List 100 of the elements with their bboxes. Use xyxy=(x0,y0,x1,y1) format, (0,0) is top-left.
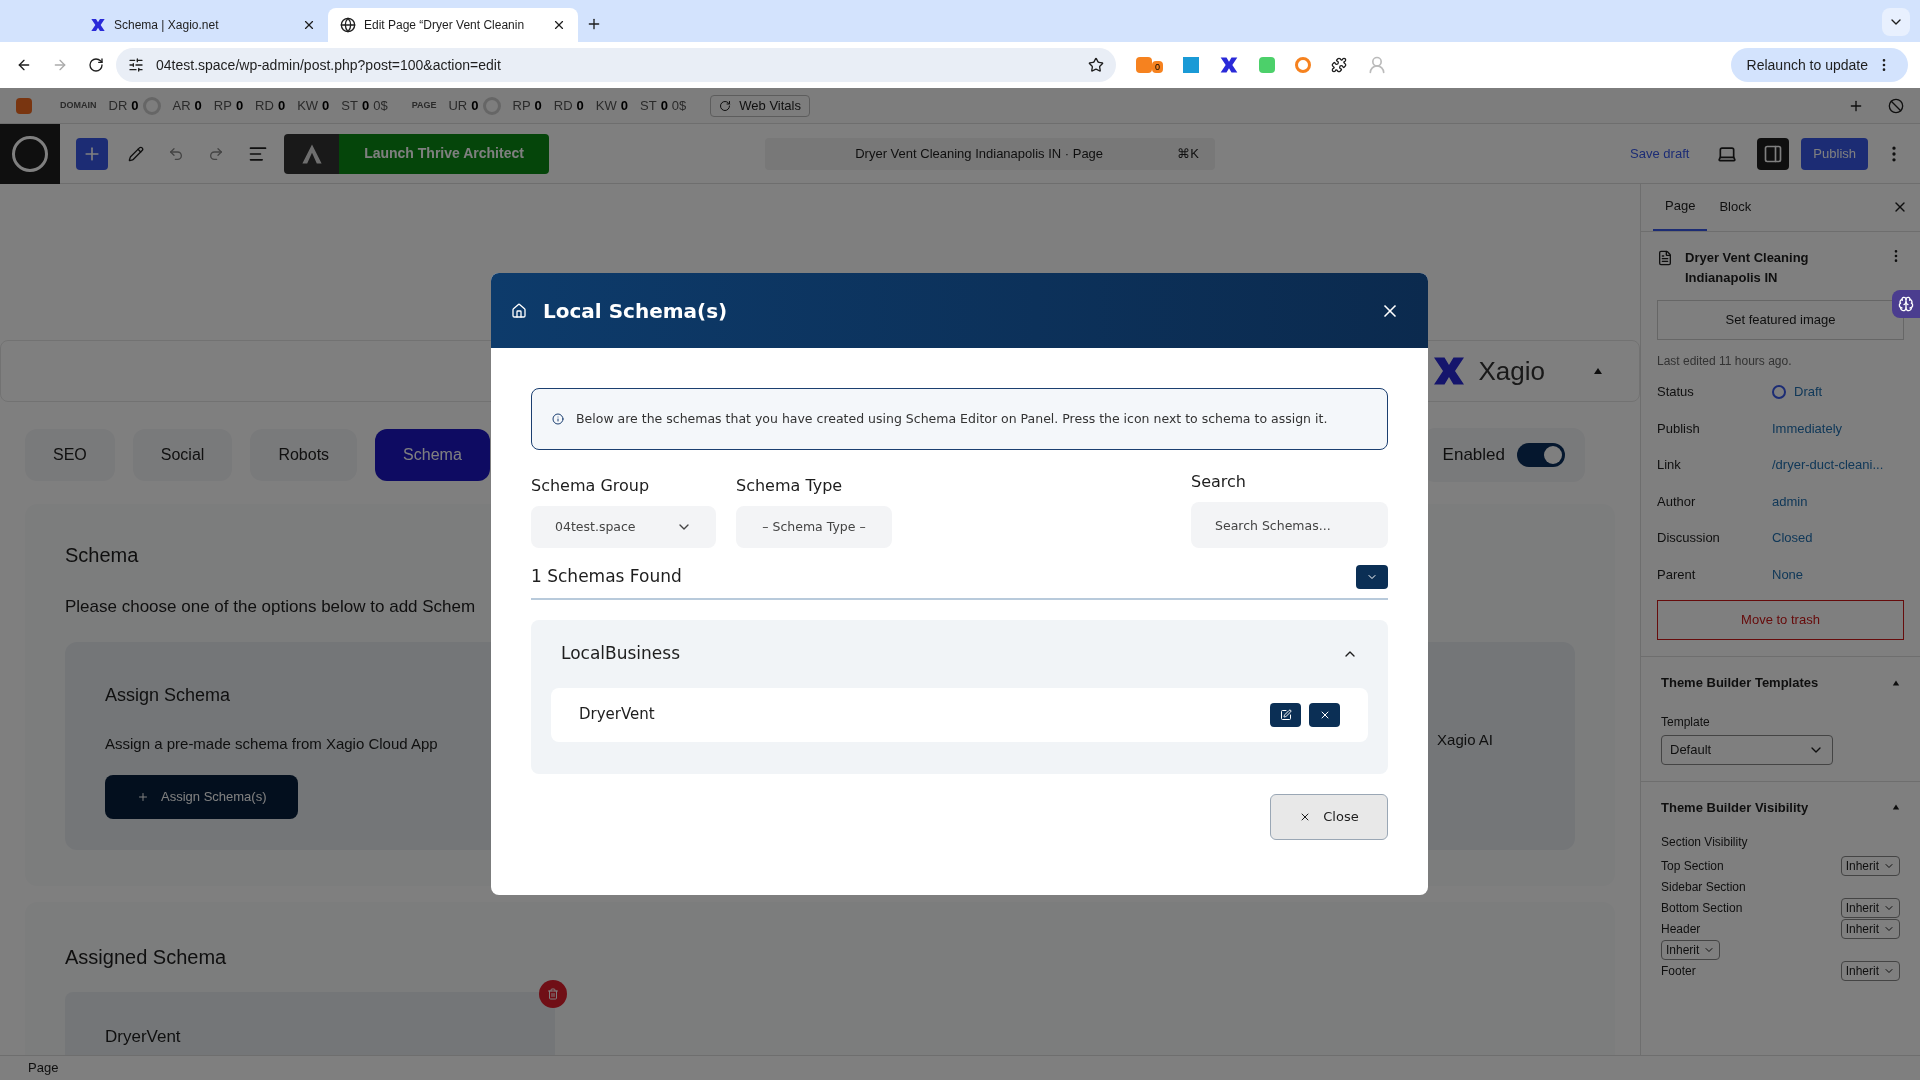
publish-button[interactable]: Publish xyxy=(1801,137,1868,170)
visibility-select[interactable]: Inherit xyxy=(1840,855,1900,876)
field-label: Section Visibility xyxy=(1661,834,1749,851)
row-value-link[interactable]: None xyxy=(1772,564,1804,584)
metric-value: 0 xyxy=(194,96,202,115)
card-description: Please choose one of the options below to add Schem xyxy=(65,596,477,618)
tab-title: Edit Page “Dryer Vent Cleanin xyxy=(364,17,526,34)
card-title: Schema xyxy=(65,543,140,568)
plugin-tab[interactable]: SEO xyxy=(25,429,115,481)
schema-group-select[interactable]: 04test.space xyxy=(531,506,716,548)
metric-value: 0 xyxy=(471,96,479,115)
metric-label: UR xyxy=(448,96,468,115)
field-label: Schema Group xyxy=(531,475,651,497)
metric-label: ST xyxy=(640,96,657,115)
row-label: Publish xyxy=(1657,419,1701,438)
panel-title: Theme Builder Visibility xyxy=(1661,798,1809,817)
item-name: DryerVent xyxy=(105,1026,181,1046)
sidebar-tab[interactable]: Block xyxy=(1707,184,1764,231)
row-label: Status xyxy=(1657,383,1695,401)
visibility-select[interactable]: Inherit xyxy=(1661,939,1721,960)
field-label: Search xyxy=(1191,471,1247,493)
field-label: Bottom Section xyxy=(1661,899,1743,917)
address-bar[interactable]: 04test.space/wp-admin/post.php?post=100&action=edit xyxy=(116,48,1116,82)
field-label: Template xyxy=(1661,713,1711,731)
brand-name: Xagio xyxy=(1478,354,1545,388)
panel-title: Theme Builder Templates xyxy=(1661,674,1819,692)
shortcut-hint: ⌘K xyxy=(1177,144,1199,163)
field-label: Schema Type xyxy=(736,475,844,497)
metric-label: RD xyxy=(255,96,274,115)
page-label: PAGE xyxy=(411,98,437,112)
metric-label: RP xyxy=(512,96,531,115)
metric-money: 0$ xyxy=(671,96,687,115)
close-button[interactable]: Close xyxy=(1270,793,1388,840)
plugin-tab[interactable]: Robots xyxy=(250,429,358,481)
metric-label: KW xyxy=(297,96,319,115)
schema-name: DryerVent xyxy=(579,704,656,726)
template-select[interactable]: Default xyxy=(1661,734,1833,765)
metric-value: 0 xyxy=(660,96,668,115)
url-text: 04test.space/wp-admin/post.php?post=100&action=edit xyxy=(156,55,502,75)
document-title: Dryer Vent Cleaning Indianapolis IN · Page xyxy=(854,144,1105,163)
field-label: Top Section xyxy=(1661,857,1724,875)
post-title: Dryer Vent Cleaning Indianapolis IN xyxy=(1685,249,1810,287)
metric-value: 0 xyxy=(131,96,139,115)
modal-title: Local Schema(s) xyxy=(543,297,728,325)
row-value-link[interactable]: Immediately xyxy=(1772,418,1843,438)
row-value-link[interactable]: Draft xyxy=(1794,382,1823,402)
row-value-link[interactable]: Closed xyxy=(1772,528,1813,548)
row-label: Parent xyxy=(1657,565,1697,584)
metric-label: DR xyxy=(108,96,128,115)
last-edited: Last edited 11 hours ago. xyxy=(1657,353,1793,370)
row-value-link[interactable]: admin xyxy=(1772,491,1808,511)
extension-badge: 0 xyxy=(1152,61,1163,73)
info-text: Below are the schemas that you have created using Schema Editor on Panel. Press the icon next to schema to assign it. xyxy=(576,409,1328,428)
card-title: Assign Schema xyxy=(105,683,232,707)
visibility-select[interactable]: Inherit xyxy=(1840,897,1900,918)
tab-title: Schema | Xagio.net xyxy=(114,17,220,34)
card-description: Assign a pre-made schema from Xagio Cloud App xyxy=(105,733,439,754)
metric-value: 0 xyxy=(361,96,370,115)
metric-label: ST xyxy=(341,96,358,115)
field-label: Header xyxy=(1661,920,1701,938)
row-label: Author xyxy=(1657,492,1697,511)
web-vitals-button[interactable]: Web Vitals xyxy=(710,94,810,117)
move-to-trash-button[interactable]: Move to trash xyxy=(1657,600,1904,640)
results-count: 1 Schemas Found xyxy=(531,565,682,588)
metric-value: 0 xyxy=(620,96,628,115)
metric-label: RD xyxy=(553,96,573,115)
metric-value: 0 xyxy=(277,96,286,115)
assign-schema-button[interactable]: Assign Schema(s) xyxy=(105,775,299,819)
document-title-bar[interactable]: Dryer Vent Cleaning Indianapolis IN · Page ⌘K xyxy=(765,137,1215,170)
metric-value: 0 xyxy=(322,96,330,115)
row-label: Link xyxy=(1657,456,1682,474)
row-label: Discussion xyxy=(1657,529,1721,547)
metric-label: AR xyxy=(172,96,191,115)
save-draft-button[interactable]: Save draft xyxy=(1630,143,1690,164)
visibility-select[interactable]: Inherit xyxy=(1840,960,1900,981)
metric-value: 0 xyxy=(534,96,542,115)
metric-label: RP xyxy=(213,96,232,115)
breadcrumb: Page xyxy=(28,1059,59,1078)
plugin-tab[interactable]: Schema xyxy=(375,429,490,481)
group-name[interactable]: LocalBusiness xyxy=(561,640,681,667)
row-value-link[interactable]: /dryer-duct-cleani... xyxy=(1772,455,1884,475)
plugin-tab[interactable]: Social xyxy=(132,429,233,481)
search-field[interactable]: Search Schemas... xyxy=(1191,502,1388,548)
card-title: Assigned Schema xyxy=(65,944,228,970)
metric-money: 0$ xyxy=(373,96,388,115)
metric-label: KW xyxy=(595,96,617,115)
field-label: Footer xyxy=(1661,962,1696,980)
metric-value: 0 xyxy=(576,96,584,115)
card-description: Xagio AI xyxy=(1437,730,1493,751)
featured-image-button[interactable]: Set featured image xyxy=(1657,300,1904,340)
enabled-label: Enabled xyxy=(1442,444,1505,467)
schema-type-select[interactable]: – Schema Type – xyxy=(736,506,892,548)
domain-label: DOMAIN xyxy=(60,98,97,112)
visibility-select[interactable]: Inherit xyxy=(1840,918,1900,939)
browser-tab[interactable]: Schema | Xagio.net xyxy=(78,8,328,42)
browser-tab[interactable]: Edit Page “Dryer Vent Cleanin xyxy=(328,8,578,42)
relaunch-button[interactable]: Relaunch to update xyxy=(1730,48,1908,82)
metric-value: 0 xyxy=(235,96,244,115)
field-label: Sidebar Section xyxy=(1661,878,1746,896)
sidebar-tab[interactable]: Page xyxy=(1653,184,1708,231)
